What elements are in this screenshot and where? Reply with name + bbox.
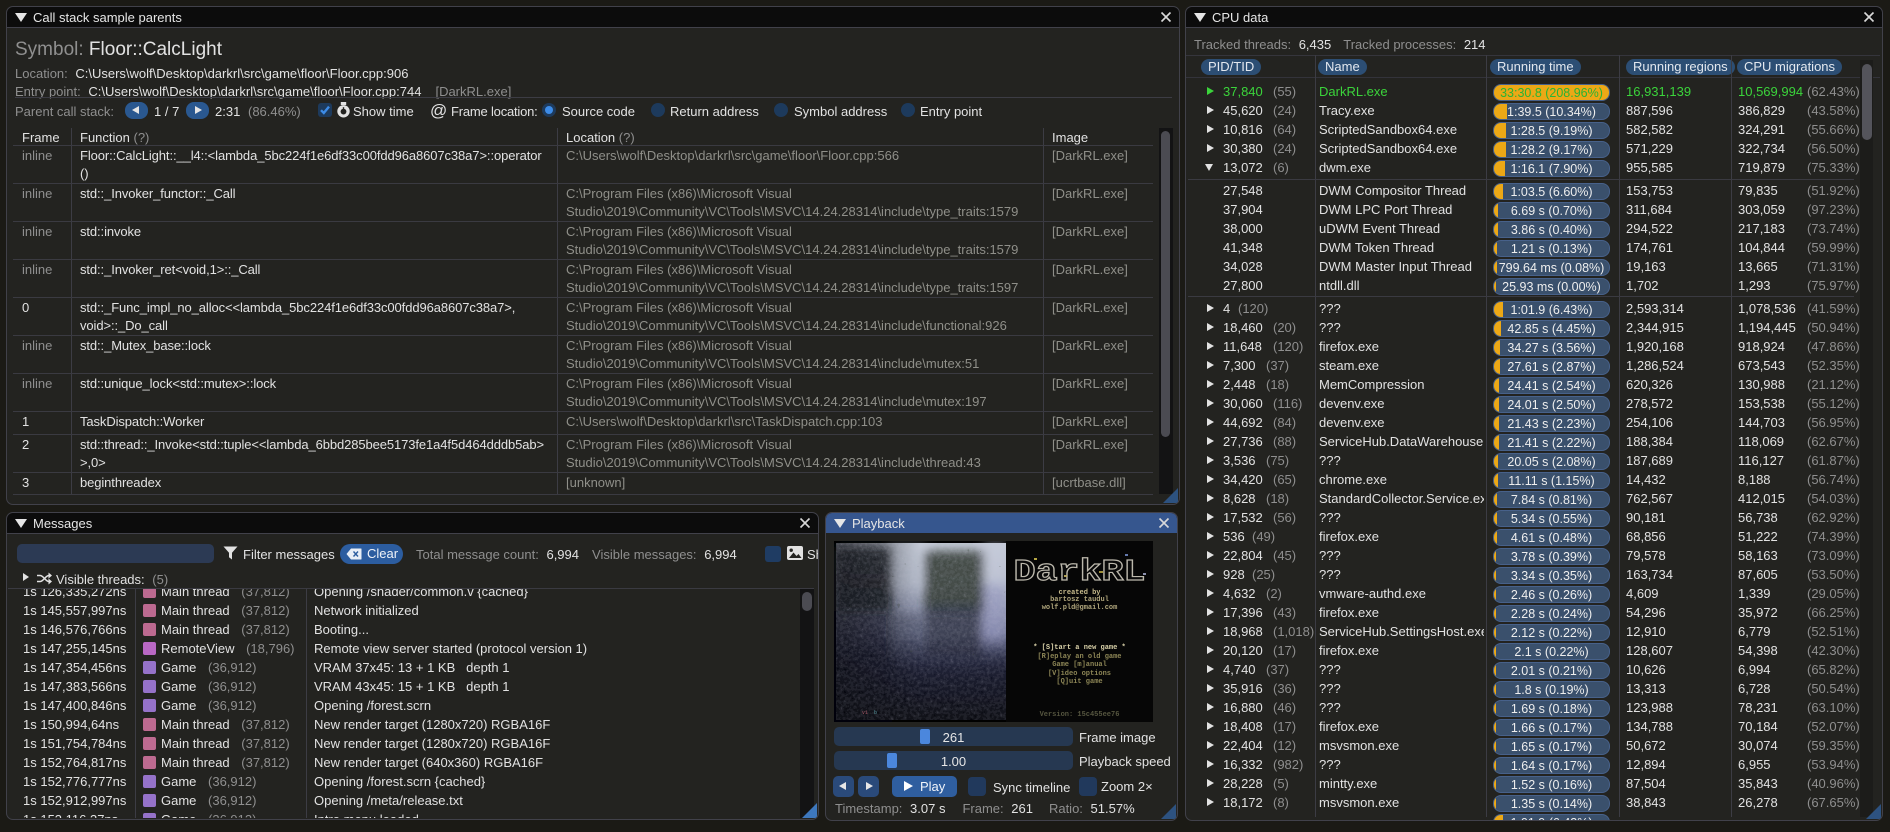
svg-text:v1: v1 [862,710,868,716]
svg-text:b: b [874,710,877,716]
svg-text:DarkRL: DarkRL [1014,555,1146,590]
